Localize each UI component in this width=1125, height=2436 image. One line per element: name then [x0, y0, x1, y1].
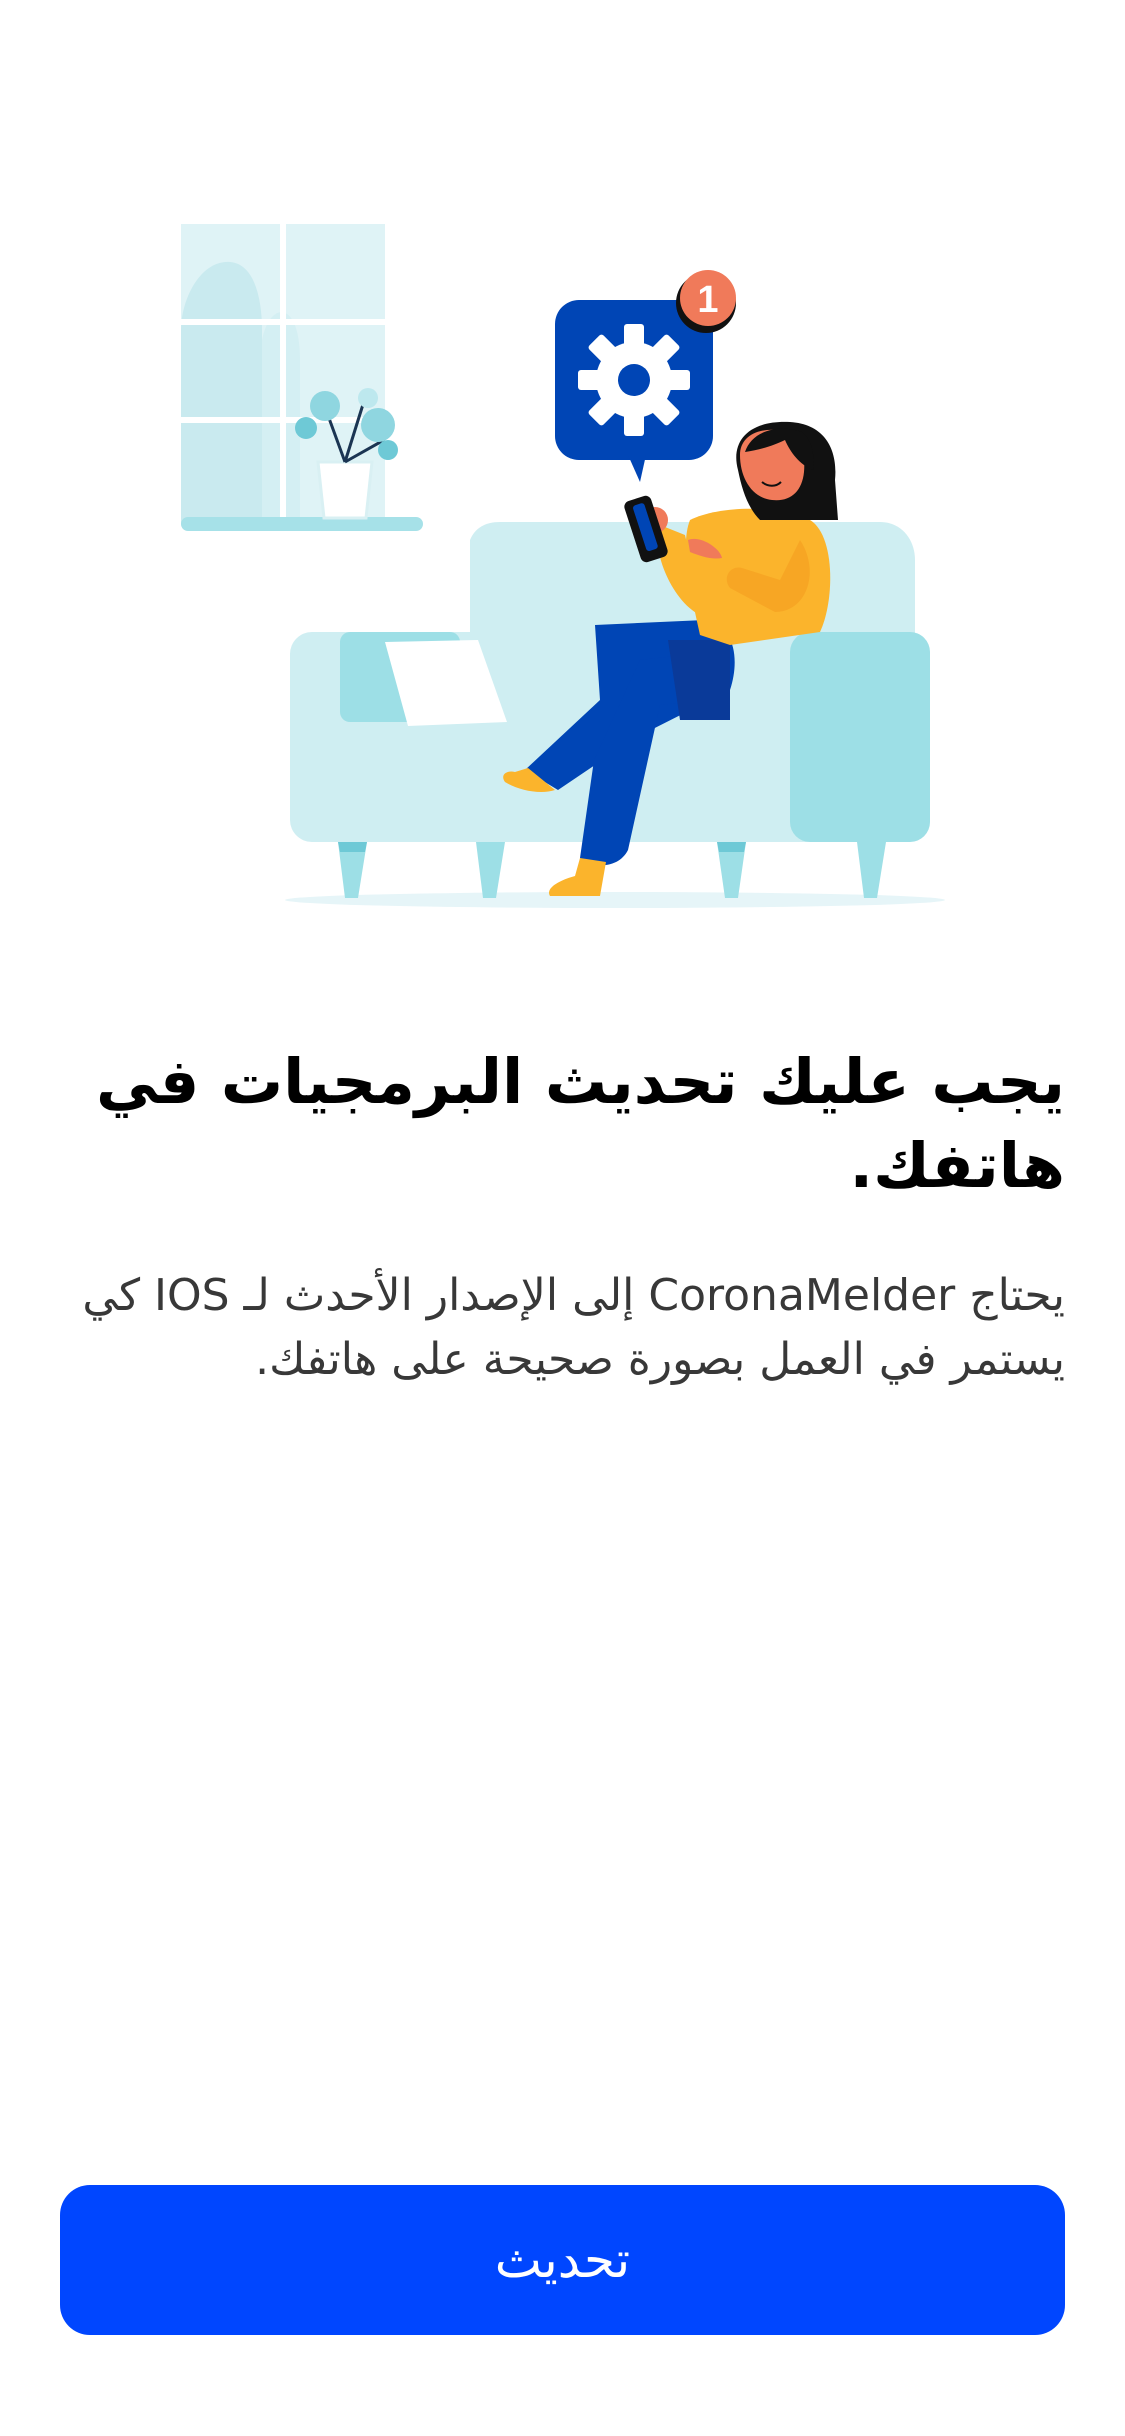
- gear-icon: [578, 324, 690, 436]
- floor-shadow: [285, 892, 945, 908]
- notification-badge: 1: [676, 270, 736, 333]
- page-title: يجب عليك تحديث البرمجيات في هاتفك.: [95, 1045, 1065, 1202]
- update-message: يجب عليك تحديث البرمجيات في هاتفك. يحتاج…: [60, 1040, 1065, 1392]
- description-text: يحتاج CoronaMelder إلى الإصدار الأحدث لـ…: [82, 1270, 1065, 1385]
- window: [181, 224, 423, 531]
- notification-badge-count: 1: [697, 279, 718, 321]
- update-button[interactable]: تحديث: [60, 2185, 1065, 2335]
- update-illustration: 1: [181, 224, 945, 908]
